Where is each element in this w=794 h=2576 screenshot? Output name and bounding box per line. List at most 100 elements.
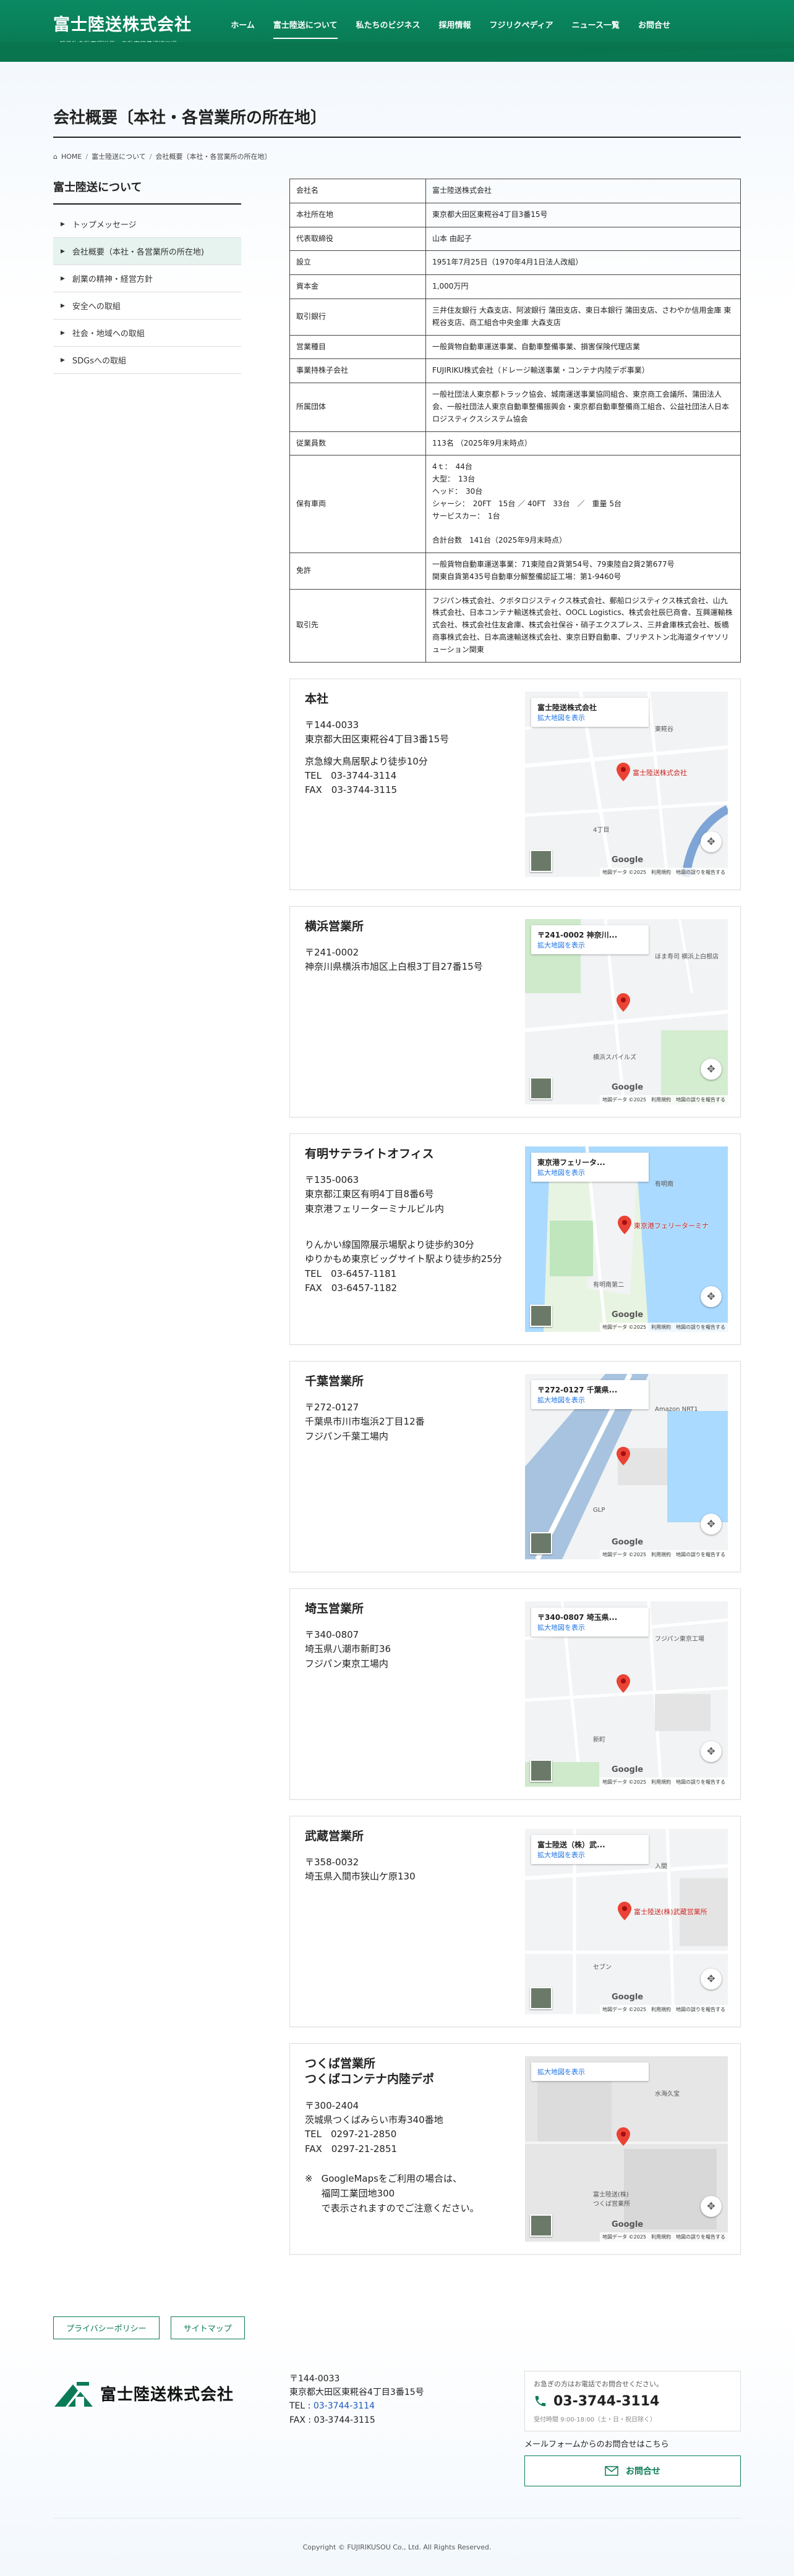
map-satellite-toggle[interactable]: [530, 1759, 552, 1782]
company-row-value: 4ｔ： 44台 大型： 13台 ヘッド： 30台 シャーシ： 20FT 15台 …: [425, 455, 741, 553]
google-logo: Google: [612, 2219, 644, 2229]
map-tiles[interactable]: [525, 2056, 728, 2242]
map-pin-icon[interactable]: [617, 1674, 630, 1693]
company-row-label: 取引銀行: [289, 298, 426, 336]
nav-recruit[interactable]: 採用情報: [439, 19, 471, 39]
main-content: 会社名 富士陸送株式会社 本社所在地 東京都大田区東糀谷4丁目3番15号 代表取締役 山本…: [289, 179, 741, 2255]
nav-contact[interactable]: お問合せ: [638, 19, 670, 39]
map-satellite-toggle[interactable]: [530, 849, 552, 872]
mail-form-label: メールフォームからのお問合せはこちら: [524, 2439, 669, 2449]
view-larger-map-link[interactable]: 拡大地図を表示: [537, 1624, 585, 1632]
office-access: りんかい線国際展示場駅より徒歩約30分 ゆりかもめ東京ビッグサイト駅より徒歩約2…: [305, 1239, 502, 1294]
contact-phone-number[interactable]: 03-3744-3114: [534, 2394, 732, 2409]
google-map[interactable]: ほま寿司 横浜上白根店 横浜スパイルズ 〒241-0002 神奈川... 拡大地図を表…: [525, 918, 728, 1104]
map-attribution[interactable]: 地図データ ©2025 利用規約 地図の誤りを報告する: [600, 1322, 728, 1332]
sidebar-item-community[interactable]: ▶ 社会・地域への取組: [53, 320, 241, 347]
footer-fax: FAX : 03-3744-3115: [289, 2415, 375, 2425]
map-camera-control-icon[interactable]: ✥: [701, 1740, 722, 1762]
map-pin-icon[interactable]: [618, 1215, 631, 1234]
nav-about[interactable]: 富士陸送について: [273, 19, 338, 39]
office-name: 有明サテライトオフィス: [305, 1146, 434, 1161]
map-attribution[interactable]: 地図データ ©2025 利用規約 地図の誤りを報告する: [600, 1549, 728, 1559]
nav-home[interactable]: ホーム: [231, 19, 255, 39]
breadcrumb: ⌂ HOME / 富士陸送について / 会社概要〔本社・各営業所の所在地〕: [53, 151, 741, 161]
office-name: 本社: [305, 692, 329, 706]
map-satellite-toggle[interactable]: [530, 2214, 552, 2237]
map-attribution[interactable]: 地図データ ©2025 利用規約 地図の誤りを報告する: [600, 2004, 728, 2014]
breadcrumb-home[interactable]: HOME: [61, 153, 82, 161]
map-attribution[interactable]: 地図データ ©2025 利用規約 地図の誤りを報告する: [600, 2232, 728, 2242]
triangle-right-icon: ▶: [61, 248, 65, 255]
footer-street: 東京都大田区東糀谷4丁目3番15号: [289, 2387, 424, 2397]
view-larger-map-link[interactable]: 拡大地図を表示: [537, 2068, 585, 2076]
company-row-value: 一般貨物自動車運送事業：71東陸自2貨第54号、79東陸自2貨2第677号 関東…: [425, 552, 741, 590]
google-map[interactable]: 水海久宝 富士陸送(株) つくば営業所 拡大地図を表示 ✥ Google 地図データ ©2…: [525, 2056, 728, 2242]
view-larger-map-link[interactable]: 拡大地図を表示: [537, 714, 585, 722]
map-pin-icon[interactable]: [617, 993, 630, 1012]
office-info: 本社 〒144-0033 東京都大田区東糀谷4丁目3番15号 京急線大鳥居駅より徒歩…: [305, 692, 525, 877]
map-place-label: Amazon NRT1: [655, 1405, 698, 1413]
triangle-right-icon: ▶: [61, 302, 65, 309]
map-attribution[interactable]: 地図データ ©2025 利用規約 地図の誤りを報告する: [600, 1095, 728, 1104]
map-satellite-toggle[interactable]: [530, 1077, 552, 1099]
company-row-label: 会社名: [289, 179, 426, 203]
breadcrumb-separator: /: [85, 152, 88, 161]
nav-business[interactable]: 私たちのビジネス: [356, 19, 420, 39]
map-pin-icon[interactable]: [617, 2127, 630, 2146]
sidebar-item-label: 社会・地域への取組: [72, 329, 145, 339]
sidebar-item-safety[interactable]: ▶ 安全への取組: [53, 292, 241, 320]
google-logo: Google: [612, 1992, 644, 2002]
contact-form-button[interactable]: お問合せ: [524, 2455, 741, 2486]
footer-tel-link[interactable]: 03-3744-3114: [314, 2401, 375, 2411]
map-attribution[interactable]: 地図データ ©2025 利用規約 地図の誤りを報告する: [600, 1777, 728, 1787]
map-camera-control-icon[interactable]: ✥: [701, 2195, 722, 2217]
map-satellite-toggle[interactable]: [530, 1986, 552, 2009]
office-name: つくば営業所 つくばコンテナ内陸デポ: [305, 2056, 435, 2087]
contact-hours: 受付時間 9:00-18:00（土・日・祝日除く）: [534, 2416, 657, 2423]
sidebar-item-spirit[interactable]: ▶ 創業の精神・経営方針: [53, 265, 241, 292]
view-larger-map-link[interactable]: 拡大地図を表示: [537, 941, 585, 949]
map-attribution[interactable]: 地図データ ©2025 利用規約 地図の誤りを報告する: [600, 867, 728, 877]
nav-news[interactable]: ニュース一覧: [572, 19, 620, 39]
view-larger-map-link[interactable]: 拡大地図を表示: [537, 1396, 585, 1404]
contact-form-label: お問合せ: [626, 2466, 660, 2476]
site-header: 富士陸送株式会社 一般貨物自動車運送業 自動車整備認証工場 ホーム 富士陸送につ…: [0, 0, 794, 70]
sitemap-button[interactable]: サイトマップ: [170, 2316, 245, 2339]
map-camera-control-icon[interactable]: ✥: [701, 1968, 722, 1989]
map-pin-icon[interactable]: [617, 1446, 630, 1465]
google-map[interactable]: Amazon NRT1 GLP 〒272-0127 千葉県... 拡大地図を表示 ✥ Go…: [525, 1373, 728, 1559]
view-larger-map-link[interactable]: 拡大地図を表示: [537, 1851, 585, 1859]
privacy-policy-button[interactable]: プライバシーポリシー: [53, 2316, 160, 2339]
map-camera-control-icon[interactable]: ✥: [701, 1286, 722, 1307]
sidebar-item-message[interactable]: ▶ トップメッセージ: [53, 211, 241, 238]
google-map[interactable]: フジパン東京工場 新町 〒340-0807 埼玉県... 拡大地図を表示 ✥ Google…: [525, 1601, 728, 1787]
company-row-label: 従業員数: [289, 431, 426, 456]
map-pin-label: 富士陸送株式会社: [633, 768, 687, 777]
map-place-label: 水海久宝: [655, 2090, 680, 2098]
map-camera-control-icon[interactable]: ✥: [701, 1058, 722, 1080]
map-satellite-toggle[interactable]: [530, 1532, 552, 1554]
map-camera-control-icon[interactable]: ✥: [701, 831, 722, 852]
google-map[interactable]: 入間 セブン 富士陸送(株)武蔵営業所 富士陸送（株）武... 拡大地図を表示 ✥ Goog…: [525, 1828, 728, 2014]
sidebar-item-label: 会社概要（本社・各営業所の所在地): [72, 248, 204, 257]
company-row-value: 東京都大田区東糀谷4丁目3番15号: [425, 202, 741, 227]
office-card: 本社 〒144-0033 東京都大田区東糀谷4丁目3番15号 京急線大鳥居駅より徒歩…: [289, 678, 741, 890]
sidebar-item-label: トップメッセージ: [72, 221, 137, 230]
sidebar-item-sdgs[interactable]: ▶ SDGsへの取組: [53, 347, 241, 374]
footer-buttons: プライバシーポリシー サイトマップ: [53, 2316, 741, 2339]
sidebar-item-overview[interactable]: ▶ 会社概要（本社・各営業所の所在地): [53, 238, 241, 265]
footer-logo[interactable]: 富士陸送株式会社: [53, 2378, 234, 2409]
office-info: 埼玉営業所 〒340-0807 埼玉県八潮市新町36 フジパン東京工場内: [305, 1601, 525, 1787]
map-satellite-toggle[interactable]: [530, 1304, 552, 1327]
brand-name[interactable]: 富士陸送株式会社: [53, 11, 192, 35]
breadcrumb-about[interactable]: 富士陸送について: [92, 151, 146, 161]
map-pin-icon[interactable]: [617, 762, 630, 781]
nav-pedia[interactable]: フジリクペディア: [490, 19, 553, 39]
google-map[interactable]: 東糀谷 4丁目 富士陸送株式会社 富士陸送株式会社 拡大地図を表示 ✥ Google 地図デー…: [525, 691, 728, 877]
view-larger-map-link[interactable]: 拡大地図を表示: [537, 1169, 585, 1177]
map-pin-icon[interactable]: [618, 1901, 631, 1920]
map-camera-control-icon[interactable]: ✥: [701, 1513, 722, 1535]
company-row-value: 山本 由起子: [425, 226, 741, 252]
office-card: つくば営業所 つくばコンテナ内陸デポ 〒300-2404 茨城県つくばみらい市寿3…: [289, 2043, 741, 2255]
google-map[interactable]: 有明南 有明南第二 東京港フェリーターミナ 東京港フェリータ... 拡大地図を表示 ✥ Go…: [525, 1146, 728, 1332]
